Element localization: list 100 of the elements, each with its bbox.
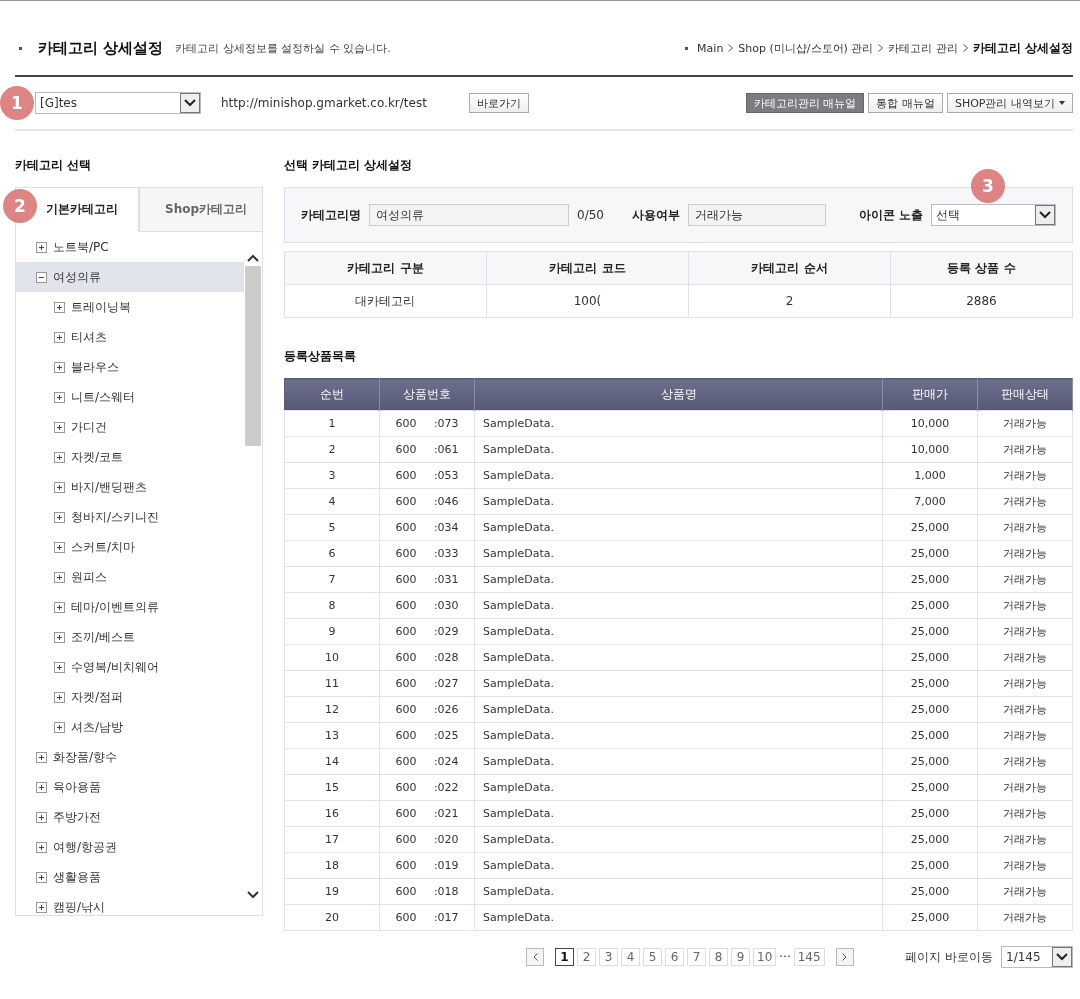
page-link[interactable]: 4	[621, 948, 640, 966]
page-jump-label: 페이지 바로이동	[905, 948, 993, 966]
plus-box-icon[interactable]	[54, 691, 65, 703]
table-cell: 7	[284, 566, 380, 593]
plus-box-icon[interactable]	[54, 391, 65, 403]
manual-button[interactable]: SHOP관리 내역보기	[946, 93, 1073, 113]
shop-select[interactable]: [G]tes	[35, 92, 201, 114]
plus-box-icon[interactable]	[54, 451, 65, 463]
plus-box-icon[interactable]	[36, 811, 47, 823]
tree-item[interactable]: 수영복/비치웨어	[16, 652, 244, 682]
category-name-field[interactable]: 여성의류	[369, 204, 569, 226]
plus-box-icon[interactable]	[36, 901, 47, 913]
category-tab[interactable]: Shop카테고리	[139, 187, 263, 232]
page-link[interactable]: 2	[577, 948, 596, 966]
table-cell: 대카테고리	[284, 284, 487, 318]
table-cell: SampleData.	[474, 644, 883, 671]
page-link[interactable]: 3	[599, 948, 618, 966]
table-cell: 5	[284, 514, 380, 541]
plus-box-icon[interactable]	[54, 301, 65, 313]
plus-box-icon[interactable]	[54, 571, 65, 583]
tree-item[interactable]: 블라우스	[16, 352, 244, 382]
plus-box-icon[interactable]	[36, 841, 47, 853]
page-link[interactable]: 7	[687, 948, 706, 966]
page-link[interactable]: 8	[709, 948, 728, 966]
manual-button[interactable]: 통합 매뉴얼	[868, 93, 943, 113]
tree-item[interactable]: 트레이닝복	[16, 292, 244, 322]
tree-item[interactable]: 생활용품	[16, 862, 244, 892]
go-button[interactable]: 바로가기	[468, 93, 529, 113]
plus-box-icon[interactable]	[54, 421, 65, 433]
plus-box-icon[interactable]	[36, 751, 47, 763]
breadcrumb-link[interactable]: Shop (미니샵/스토어) 관리	[738, 40, 874, 56]
column-header: 판매가	[882, 378, 978, 411]
tree-item[interactable]: 주방가전	[16, 802, 244, 832]
step-marker: 2	[3, 189, 37, 223]
page-link[interactable]: 10	[753, 948, 777, 966]
table-cell: 2886	[890, 284, 1073, 318]
scrollbar-thumb[interactable]	[245, 266, 261, 446]
tree-item[interactable]: 육아용품	[16, 772, 244, 802]
plus-box-icon[interactable]	[36, 871, 47, 883]
tree-item[interactable]: 바지/밴딩팬츠	[16, 472, 244, 502]
table-cell: 600 :030	[379, 592, 475, 619]
manual-button[interactable]: 카테고리관리 매뉴얼	[745, 93, 865, 113]
table-cell: 25,000	[882, 904, 978, 931]
plus-box-icon[interactable]	[54, 661, 65, 673]
page-link[interactable]: 145	[793, 948, 825, 966]
column-header: 등록 상품 수	[890, 251, 1073, 285]
table-cell: 2	[284, 436, 380, 463]
tree-item[interactable]: 테마/이벤트의류	[16, 592, 244, 622]
plus-box-icon[interactable]	[54, 541, 65, 553]
tree-item[interactable]: 셔츠/남방	[16, 712, 244, 742]
page-jump-select[interactable]: 1/145	[1001, 946, 1073, 968]
scroll-down-icon[interactable]	[247, 891, 259, 899]
tree-item[interactable]: 원피스	[16, 562, 244, 592]
tree-item[interactable]: 여행/항공권	[16, 832, 244, 862]
page-link[interactable]: 6	[665, 948, 684, 966]
plus-box-icon[interactable]	[54, 331, 65, 343]
breadcrumb-link[interactable]: Main	[697, 41, 724, 55]
breadcrumb-link[interactable]: 카테고리 상세설정	[972, 39, 1073, 57]
plus-box-icon[interactable]	[54, 601, 65, 613]
minus-box-icon[interactable]	[36, 271, 47, 283]
tree-item[interactable]: 자켓/점퍼	[16, 682, 244, 712]
plus-box-icon[interactable]	[54, 631, 65, 643]
table-cell: 15	[284, 774, 380, 801]
page-link[interactable]: 9	[731, 948, 750, 966]
table-cell: 20	[284, 904, 380, 931]
plus-box-icon[interactable]	[54, 361, 65, 373]
tree-item[interactable]: 가디건	[16, 412, 244, 442]
tree-item[interactable]: 여성의류	[16, 262, 244, 292]
ellipsis: ···	[779, 950, 791, 964]
usage-field[interactable]: 거래가능	[687, 204, 826, 226]
plus-box-icon[interactable]	[54, 511, 65, 523]
plus-box-icon[interactable]	[36, 241, 47, 253]
page-title: 카테고리 상세설정	[38, 38, 164, 58]
scroll-up-icon[interactable]	[247, 254, 259, 262]
chevron-down-icon	[184, 99, 196, 107]
tree-item[interactable]: 화장품/향수	[16, 742, 244, 772]
table-cell: 10,000	[882, 436, 978, 463]
table-cell: 600 :028	[379, 644, 475, 671]
table-cell: 12	[284, 696, 380, 723]
page-link[interactable]: 1	[555, 948, 574, 966]
tree-item[interactable]: 청바지/스키니진	[16, 502, 244, 532]
plus-box-icon[interactable]	[54, 721, 65, 733]
table-cell: 17	[284, 826, 380, 853]
column-header: 순번	[284, 378, 380, 411]
table-cell: SampleData.	[474, 722, 883, 749]
tree-item[interactable]: 조끼/베스트	[16, 622, 244, 652]
tree-item[interactable]: 티셔츠	[16, 322, 244, 352]
page-link[interactable]: 5	[643, 948, 662, 966]
table-cell: 1,000	[882, 462, 978, 489]
tree-item[interactable]: 캠핑/낚시	[16, 892, 244, 922]
table-cell: SampleData.	[474, 514, 883, 541]
tree-item[interactable]: 스커트/치마	[16, 532, 244, 562]
tree-item[interactable]: 자켓/코트	[16, 442, 244, 472]
plus-box-icon[interactable]	[36, 781, 47, 793]
icon-select[interactable]: 선택	[931, 204, 1056, 226]
table-cell: 25,000	[882, 540, 978, 567]
plus-box-icon[interactable]	[54, 481, 65, 493]
breadcrumb-link[interactable]: 카테고리 관리	[888, 40, 958, 56]
tree-item[interactable]: 니트/스웨터	[16, 382, 244, 412]
tree-item[interactable]: 노트북/PC	[16, 232, 244, 262]
